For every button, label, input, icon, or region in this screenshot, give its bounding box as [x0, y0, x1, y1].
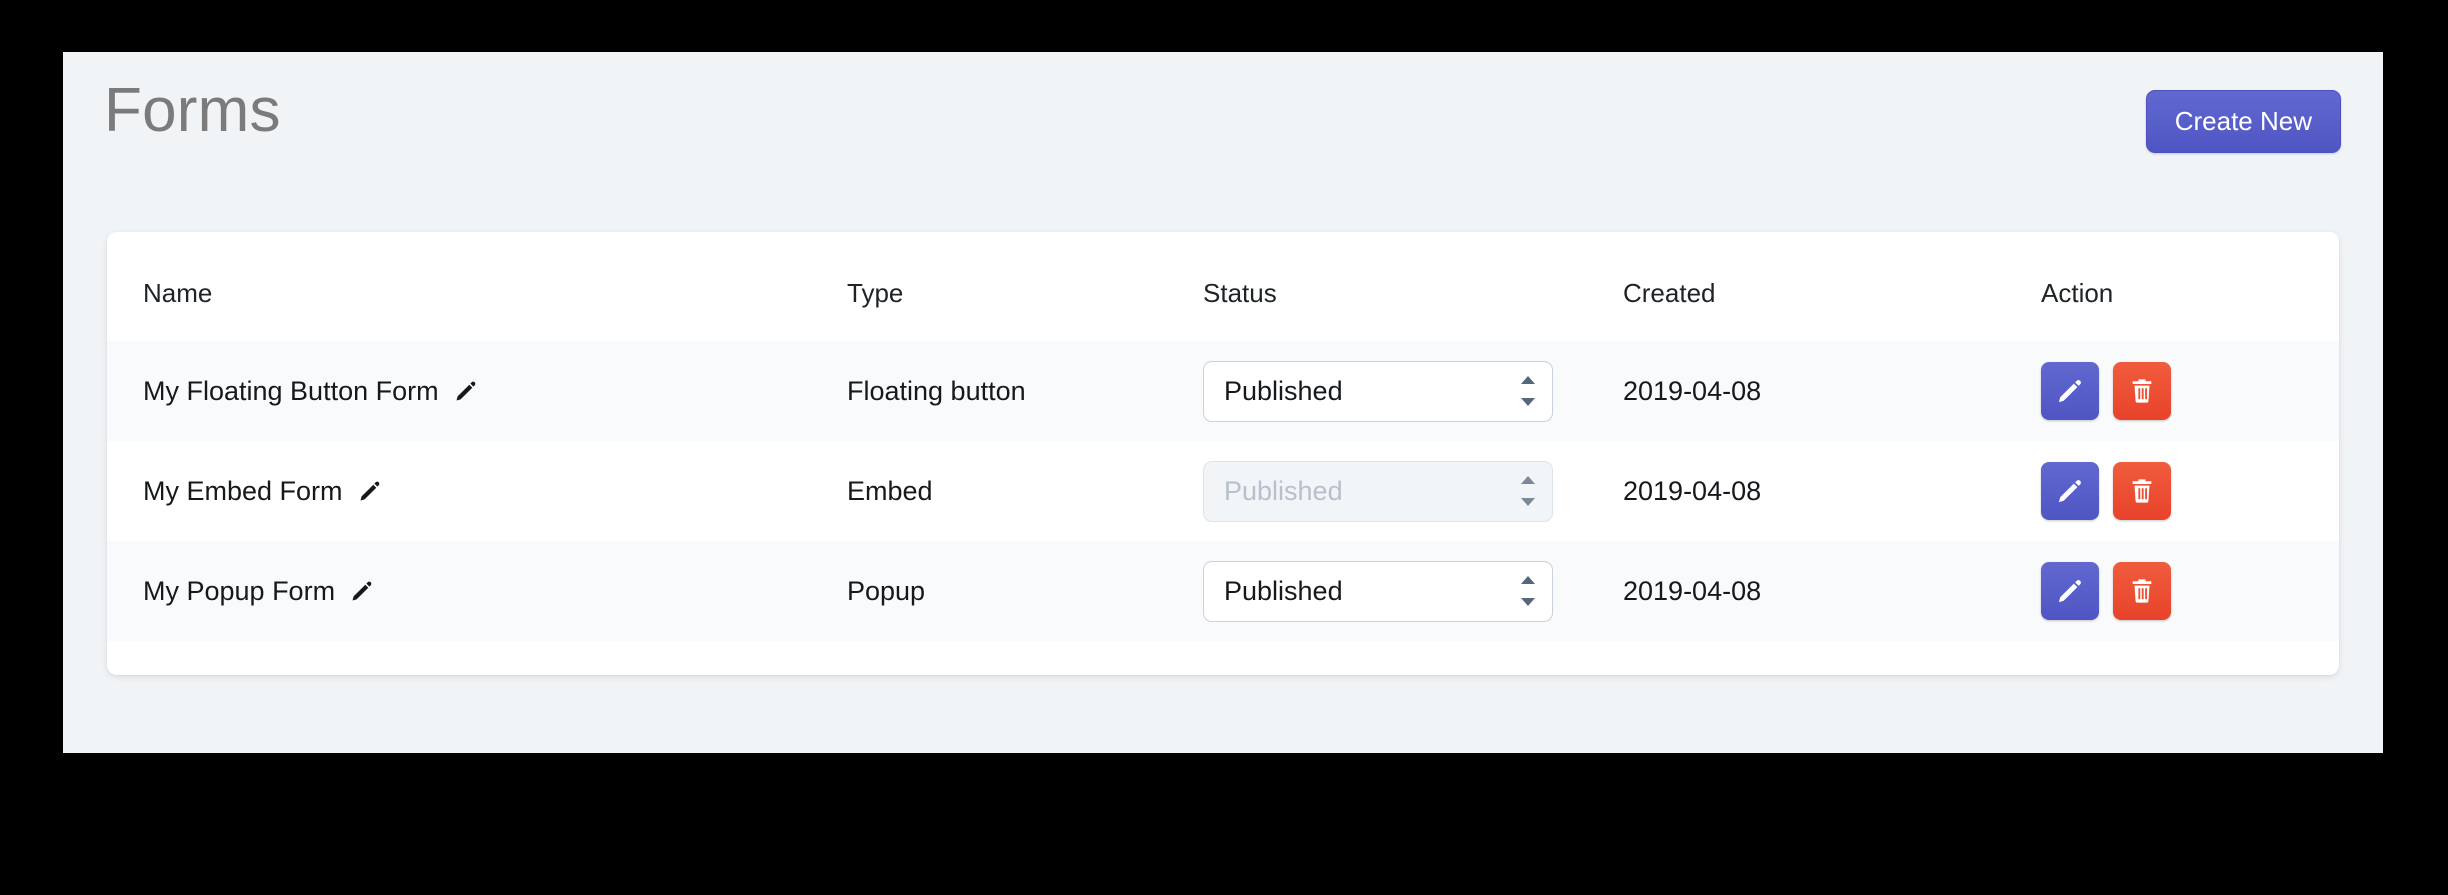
status-select: Published: [1203, 461, 1553, 522]
table-header: Name Type Status Created Action: [107, 232, 2339, 341]
trash-icon: [2128, 477, 2156, 505]
table-row: My Embed Form Embed Published: [107, 441, 2339, 541]
pencil-icon[interactable]: [357, 478, 383, 504]
table-row: My Floating Button Form Floating button …: [107, 341, 2339, 441]
cell-created: 2019-04-08: [1623, 341, 2041, 441]
create-new-button[interactable]: Create New: [2146, 90, 2341, 153]
cell-name: My Popup Form: [107, 541, 847, 641]
cell-type: Embed: [847, 441, 1203, 541]
cell-status: Published: [1203, 541, 1623, 641]
trash-icon: [2128, 577, 2156, 605]
cell-type: Floating button: [847, 341, 1203, 441]
page-header: Forms Create New: [63, 52, 2383, 200]
cell-action: [2041, 441, 2339, 541]
status-select[interactable]: Published: [1203, 361, 1553, 422]
app-root: Forms Create New Name Type Status Create…: [63, 52, 2383, 753]
forms-table-card: Name Type Status Created Action My Float…: [107, 232, 2339, 675]
edit-button[interactable]: [2041, 562, 2099, 620]
cell-created: 2019-04-08: [1623, 541, 2041, 641]
form-name-label: My Popup Form: [143, 576, 335, 607]
status-select-wrapper: Published: [1203, 561, 1553, 622]
page-title: Forms: [104, 80, 281, 142]
form-name-label: My Floating Button Form: [143, 376, 439, 407]
form-name-label: My Embed Form: [143, 476, 343, 507]
cell-status: Published: [1203, 441, 1623, 541]
edit-button[interactable]: [2041, 362, 2099, 420]
pencil-icon[interactable]: [349, 578, 375, 604]
created-date-label: 2019-04-08: [1623, 376, 1761, 407]
pencil-icon: [2056, 477, 2084, 505]
delete-button[interactable]: [2113, 362, 2171, 420]
cell-action: [2041, 341, 2339, 441]
column-header-created: Created: [1623, 232, 2041, 341]
delete-button[interactable]: [2113, 562, 2171, 620]
forms-table: Name Type Status Created Action My Float…: [107, 232, 2339, 641]
form-type-label: Popup: [847, 576, 925, 607]
cell-action: [2041, 541, 2339, 641]
status-select[interactable]: Published: [1203, 561, 1553, 622]
form-type-label: Embed: [847, 476, 933, 507]
cell-created: 2019-04-08: [1623, 441, 2041, 541]
status-select-wrapper: Published: [1203, 461, 1553, 522]
pencil-icon: [2056, 577, 2084, 605]
column-header-name: Name: [107, 232, 847, 341]
trash-icon: [2128, 377, 2156, 405]
created-date-label: 2019-04-08: [1623, 576, 1761, 607]
cell-status: Published: [1203, 341, 1623, 441]
table-row: My Popup Form Popup Published: [107, 541, 2339, 641]
table-body: My Floating Button Form Floating button …: [107, 341, 2339, 641]
created-date-label: 2019-04-08: [1623, 476, 1761, 507]
delete-button[interactable]: [2113, 462, 2171, 520]
form-type-label: Floating button: [847, 376, 1026, 407]
column-header-type: Type: [847, 232, 1203, 341]
edit-button[interactable]: [2041, 462, 2099, 520]
column-header-action: Action: [2041, 232, 2339, 341]
pencil-icon[interactable]: [453, 378, 479, 404]
status-select-wrapper: Published: [1203, 361, 1553, 422]
cell-type: Popup: [847, 541, 1203, 641]
cell-name: My Embed Form: [107, 441, 847, 541]
pencil-icon: [2056, 377, 2084, 405]
column-header-status: Status: [1203, 232, 1623, 341]
cell-name: My Floating Button Form: [107, 341, 847, 441]
table-header-row: Name Type Status Created Action: [107, 232, 2339, 341]
